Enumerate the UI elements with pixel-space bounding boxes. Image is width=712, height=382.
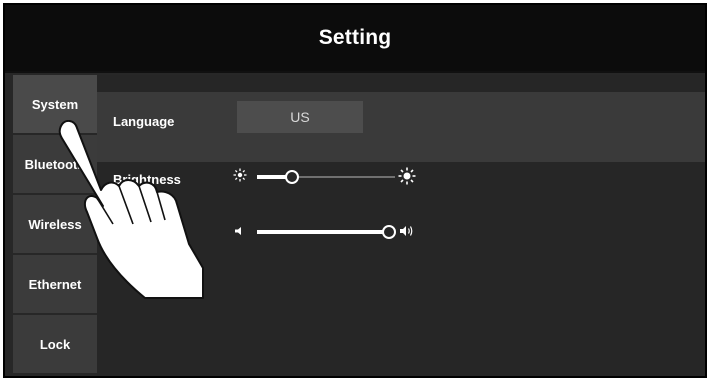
header-bar: Setting xyxy=(5,5,705,71)
sun-large-icon xyxy=(398,167,416,185)
tab-system-label: System xyxy=(31,96,79,112)
volume-fill xyxy=(257,230,389,234)
hand-pointer-icon xyxy=(58,120,204,299)
volume-slider[interactable] xyxy=(257,225,396,239)
brightness-knob[interactable] xyxy=(285,170,299,184)
speaker-high-icon xyxy=(399,223,415,239)
speaker-low-icon xyxy=(232,225,248,241)
brightness-slider[interactable] xyxy=(257,170,395,184)
tab-lock-label: Lock xyxy=(39,336,71,352)
tab-lock[interactable]: Lock xyxy=(13,315,97,373)
language-select-button[interactable]: US xyxy=(237,101,363,133)
sun-small-icon xyxy=(232,168,248,184)
volume-knob[interactable] xyxy=(382,225,396,239)
language-value: US xyxy=(290,109,310,125)
settings-window: Setting System Bluetooth Wireless Ethern… xyxy=(3,3,707,378)
page-title: Setting xyxy=(318,26,392,49)
